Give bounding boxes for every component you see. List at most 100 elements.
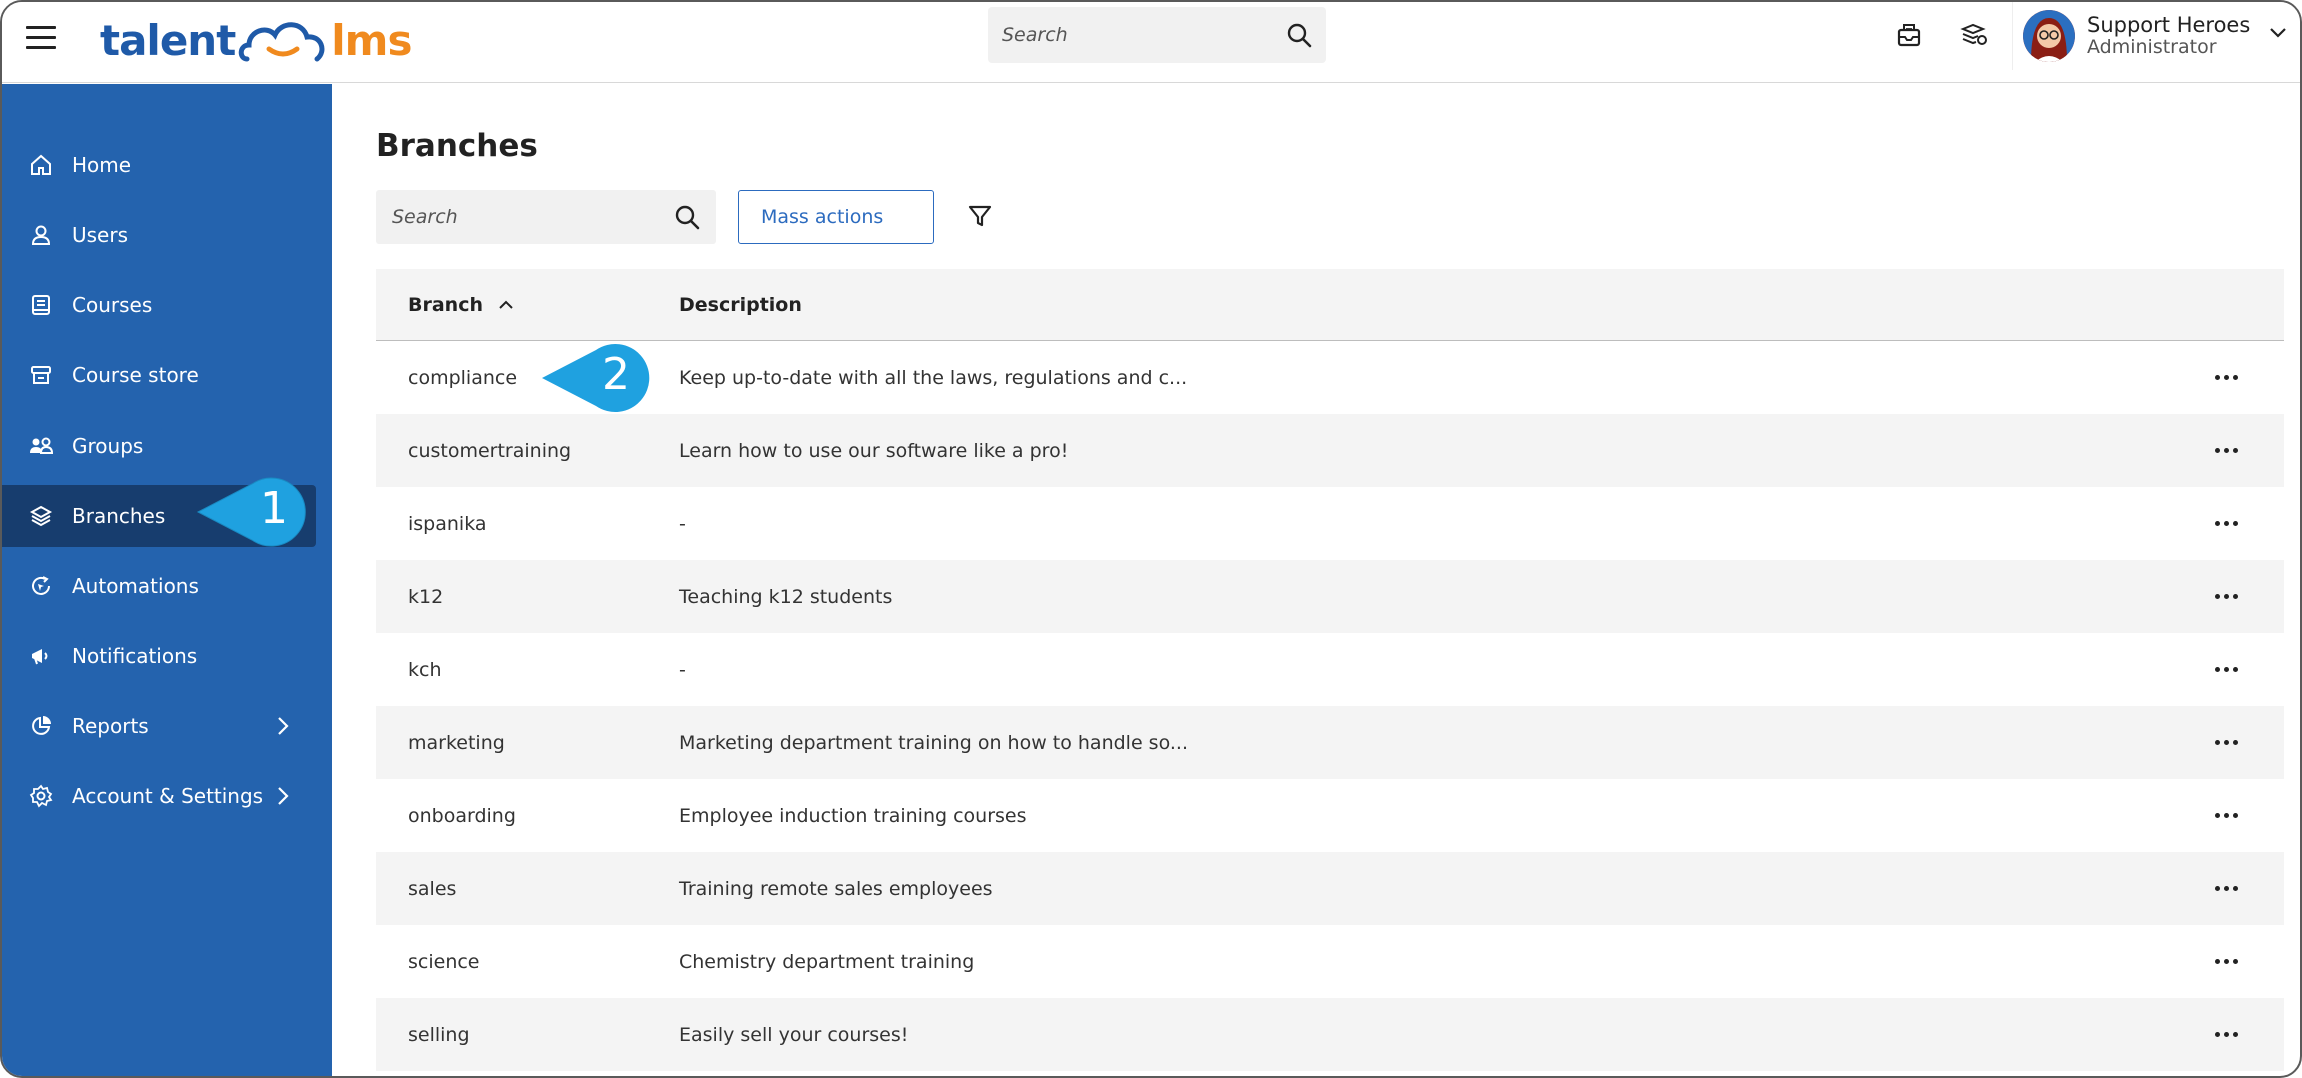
store-icon <box>28 362 54 388</box>
megaphone-icon <box>28 643 54 669</box>
branch-description: Learn how to use our software like a pro… <box>679 439 1069 462</box>
sidebar-item-account-settings[interactable]: Account & Settings <box>2 765 316 827</box>
branch-search-input[interactable]: Search <box>376 190 716 244</box>
table-row[interactable]: sales Training remote sales employees <box>376 852 2284 925</box>
branch-description: Chemistry department training <box>679 950 975 973</box>
more-options-icon[interactable] <box>2215 560 2238 633</box>
more-options-icon[interactable] <box>2215 706 2238 779</box>
branch-name[interactable]: selling <box>408 998 470 1071</box>
user-menu[interactable]: Support Heroes Administrator <box>2012 2 2300 70</box>
chevron-down-icon[interactable] <box>2268 26 2288 40</box>
sidebar-item-course-store[interactable]: Course store <box>2 344 316 406</box>
sidebar-item-reports[interactable]: Reports <box>2 695 316 757</box>
table-row[interactable]: science Chemistry department training <box>376 925 2284 998</box>
branch-description: - <box>679 658 686 681</box>
more-options-icon[interactable] <box>2215 414 2238 487</box>
sidebar-item-automations[interactable]: Automations <box>2 555 316 617</box>
branch-name[interactable]: ispanika <box>408 487 487 560</box>
sidebar-item-label: Users <box>72 223 129 247</box>
groups-icon <box>28 433 54 459</box>
chevron-up-icon[interactable] <box>497 299 515 311</box>
automation-icon <box>28 573 54 599</box>
sidebar-item-groups[interactable]: Groups <box>2 415 316 477</box>
logo-cloud-icon <box>239 22 325 62</box>
branch-name[interactable]: compliance <box>408 341 517 414</box>
table-header: Branch Description <box>376 269 2284 341</box>
more-options-icon[interactable] <box>2215 633 2238 706</box>
branch-name[interactable]: marketing <box>408 706 505 779</box>
user-name: Support Heroes <box>2087 13 2251 37</box>
search-icon[interactable] <box>674 204 700 230</box>
branch-name[interactable]: k12 <box>408 560 443 633</box>
branch-description: Employee induction training courses <box>679 804 1027 827</box>
avatar <box>2023 10 2075 62</box>
gear-icon <box>28 783 54 809</box>
top-search-input[interactable]: Search <box>988 7 1326 63</box>
sidebar-item-notifications[interactable]: Notifications <box>2 625 316 687</box>
user-icon <box>28 222 54 248</box>
pie-chart-icon <box>28 713 54 739</box>
user-role: Administrator <box>2087 36 2217 59</box>
branch-search-placeholder: Search <box>392 206 458 228</box>
logo-text-lms: lms <box>331 15 412 65</box>
branch-description: Marketing department training on how to … <box>679 731 1188 754</box>
mass-actions-button[interactable]: Mass actions <box>738 190 934 244</box>
sidebar: Home Users Courses Course store Groups B… <box>2 84 332 1076</box>
branch-name[interactable]: onboarding <box>408 779 516 852</box>
sidebar-item-label: Reports <box>72 714 149 738</box>
sidebar-item-users[interactable]: Users <box>2 204 316 266</box>
table-row[interactable]: customertraining Learn how to use our so… <box>376 414 2284 487</box>
callout-number: 1 <box>260 483 288 534</box>
filter-icon[interactable] <box>966 202 1000 232</box>
sidebar-item-label: Notifications <box>72 644 198 668</box>
more-options-icon[interactable] <box>2215 779 2238 852</box>
chevron-right-icon <box>278 787 289 805</box>
table-row[interactable]: onboarding Employee induction training c… <box>376 779 2284 852</box>
home-icon <box>28 152 54 178</box>
branch-name[interactable]: customertraining <box>408 414 571 487</box>
callout-number: 2 <box>602 349 630 400</box>
layers-icon <box>28 503 54 529</box>
more-options-icon[interactable] <box>2215 852 2238 925</box>
branch-name[interactable]: sales <box>408 852 456 925</box>
sidebar-item-home[interactable]: Home <box>2 134 316 196</box>
talentlms-logo[interactable]: talent lms <box>100 12 412 68</box>
callout-marker-1: 1 <box>196 474 322 554</box>
callout-marker-2: 2 <box>540 340 664 420</box>
branch-name[interactable]: science <box>408 925 480 998</box>
hamburger-menu-icon[interactable] <box>26 26 56 52</box>
table-row[interactable]: kch - <box>376 633 2284 706</box>
page-title: Branches <box>376 128 538 164</box>
sidebar-item-courses[interactable]: Courses <box>2 274 316 336</box>
table-row[interactable]: selling Easily sell your courses! <box>376 998 2284 1071</box>
table-row[interactable]: k12 Teaching k12 students <box>376 560 2284 633</box>
app-window: talent lms Search Support Heroes Adminis… <box>0 0 2302 1078</box>
more-options-icon[interactable] <box>2215 341 2238 414</box>
sidebar-item-label: Course store <box>72 363 199 387</box>
sidebar-item-label: Automations <box>72 574 199 598</box>
branch-description: - <box>679 512 686 535</box>
sidebar-item-label: Home <box>72 153 132 177</box>
sidebar-item-label: Groups <box>72 434 144 458</box>
branch-description: Training remote sales employees <box>679 877 993 900</box>
inbox-icon[interactable] <box>1892 18 1926 52</box>
chevron-right-icon <box>278 717 289 735</box>
book-icon <box>28 292 54 318</box>
top-bar: talent lms Search Support Heroes Adminis… <box>2 2 2300 83</box>
more-options-icon[interactable] <box>2215 998 2238 1071</box>
search-icon[interactable] <box>1286 22 1312 48</box>
table-row[interactable]: ispanika - <box>376 487 2284 560</box>
column-header-description: Description <box>679 294 802 316</box>
table-row[interactable]: marketing Marketing department training … <box>376 706 2284 779</box>
sidebar-item-label: Account & Settings <box>72 784 264 808</box>
more-options-icon[interactable] <box>2215 925 2238 998</box>
sidebar-item-label: Courses <box>72 293 153 317</box>
branch-description: Teaching k12 students <box>679 585 893 608</box>
money-settings-icon[interactable] <box>1957 18 1991 52</box>
column-header-branch[interactable]: Branch <box>408 269 515 341</box>
branch-description: Easily sell your courses! <box>679 1023 909 1046</box>
branch-description: Keep up-to-date with all the laws, regul… <box>679 366 1188 389</box>
logo-text-talent: talent <box>100 15 236 65</box>
more-options-icon[interactable] <box>2215 487 2238 560</box>
branch-name[interactable]: kch <box>408 633 442 706</box>
